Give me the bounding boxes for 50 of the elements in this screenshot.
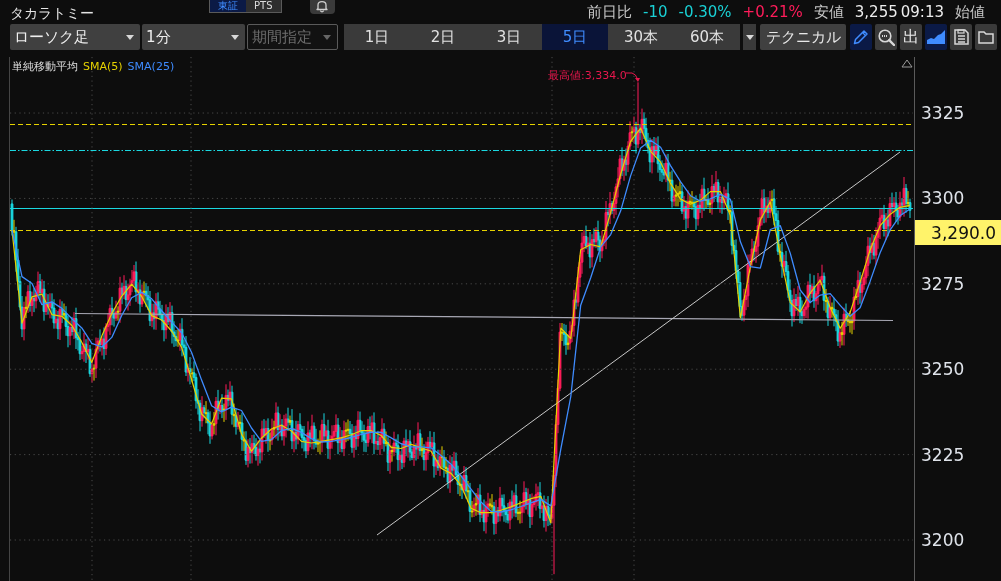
legend-title: 単純移動平均 — [12, 60, 78, 74]
bell-icon — [315, 1, 329, 13]
leader-arrow — [625, 72, 640, 82]
range-tab[interactable]: 30本 — [608, 24, 674, 50]
technical-button[interactable]: テクニカル — [760, 24, 846, 50]
price-axis-label: 3275 — [921, 273, 965, 294]
triangle-icon[interactable] — [901, 59, 913, 68]
interval-dropdown[interactable]: 1分 — [142, 24, 245, 50]
range-tab[interactable]: 3日 — [476, 24, 542, 50]
folder-icon — [978, 30, 994, 44]
caret-icon — [745, 34, 754, 40]
range-tab[interactable]: 5日 — [542, 24, 608, 50]
zoom-button[interactable] — [875, 24, 897, 50]
price-axis-label: 3250 — [921, 359, 965, 380]
folder-button[interactable] — [975, 24, 997, 50]
area-chart-icon — [927, 30, 945, 44]
drawing-tool-button[interactable] — [850, 24, 872, 50]
chart-style-button[interactable] — [925, 24, 947, 50]
price-change: -10 — [643, 2, 668, 23]
quote-time: 09:13 — [900, 2, 944, 23]
magnifier-icon — [877, 28, 895, 46]
caret-icon — [231, 34, 239, 40]
chart-type-dropdown[interactable]: ローソク足 — [10, 24, 140, 50]
current-price-label: 3,290.0 — [915, 220, 1001, 245]
legend-label: SMA(25) — [127, 60, 175, 74]
quote-label: 前日比 — [587, 2, 632, 23]
quote-value: 3,255 — [854, 2, 898, 23]
legend-label: SMA(5) — [83, 60, 123, 74]
quote-label: 安値 — [813, 2, 844, 23]
quote-label: 始値 — [955, 2, 985, 23]
caret-icon — [126, 34, 134, 40]
price-axis-label: 3200 — [921, 530, 965, 550]
range-tab[interactable]: 2日 — [410, 24, 476, 50]
high-price-note: 最高値:3,334.0 — [548, 69, 627, 82]
price-axis-label: 3225 — [921, 444, 965, 465]
price-change: -0.30% — [678, 2, 732, 23]
range-tab[interactable]: 60本 — [674, 24, 740, 50]
market-tab[interactable]: PTS — [246, 0, 281, 12]
alert-button[interactable] — [309, 0, 335, 14]
stock-name: タカラトミー — [10, 4, 94, 22]
price-axis-label: 3300 — [921, 188, 965, 209]
caret-icon — [323, 34, 331, 40]
range-tab[interactable]: 1日 — [344, 24, 410, 50]
dropdown-button[interactable] — [743, 24, 756, 50]
market-tab[interactable]: 東証 — [210, 0, 246, 12]
pencil-icon — [853, 29, 869, 45]
price-axis-label: 3325 — [921, 103, 965, 123]
price-change: +0.21% — [742, 2, 803, 23]
chart-option-button[interactable]: 出 — [900, 24, 922, 50]
save-button[interactable] — [950, 24, 972, 50]
